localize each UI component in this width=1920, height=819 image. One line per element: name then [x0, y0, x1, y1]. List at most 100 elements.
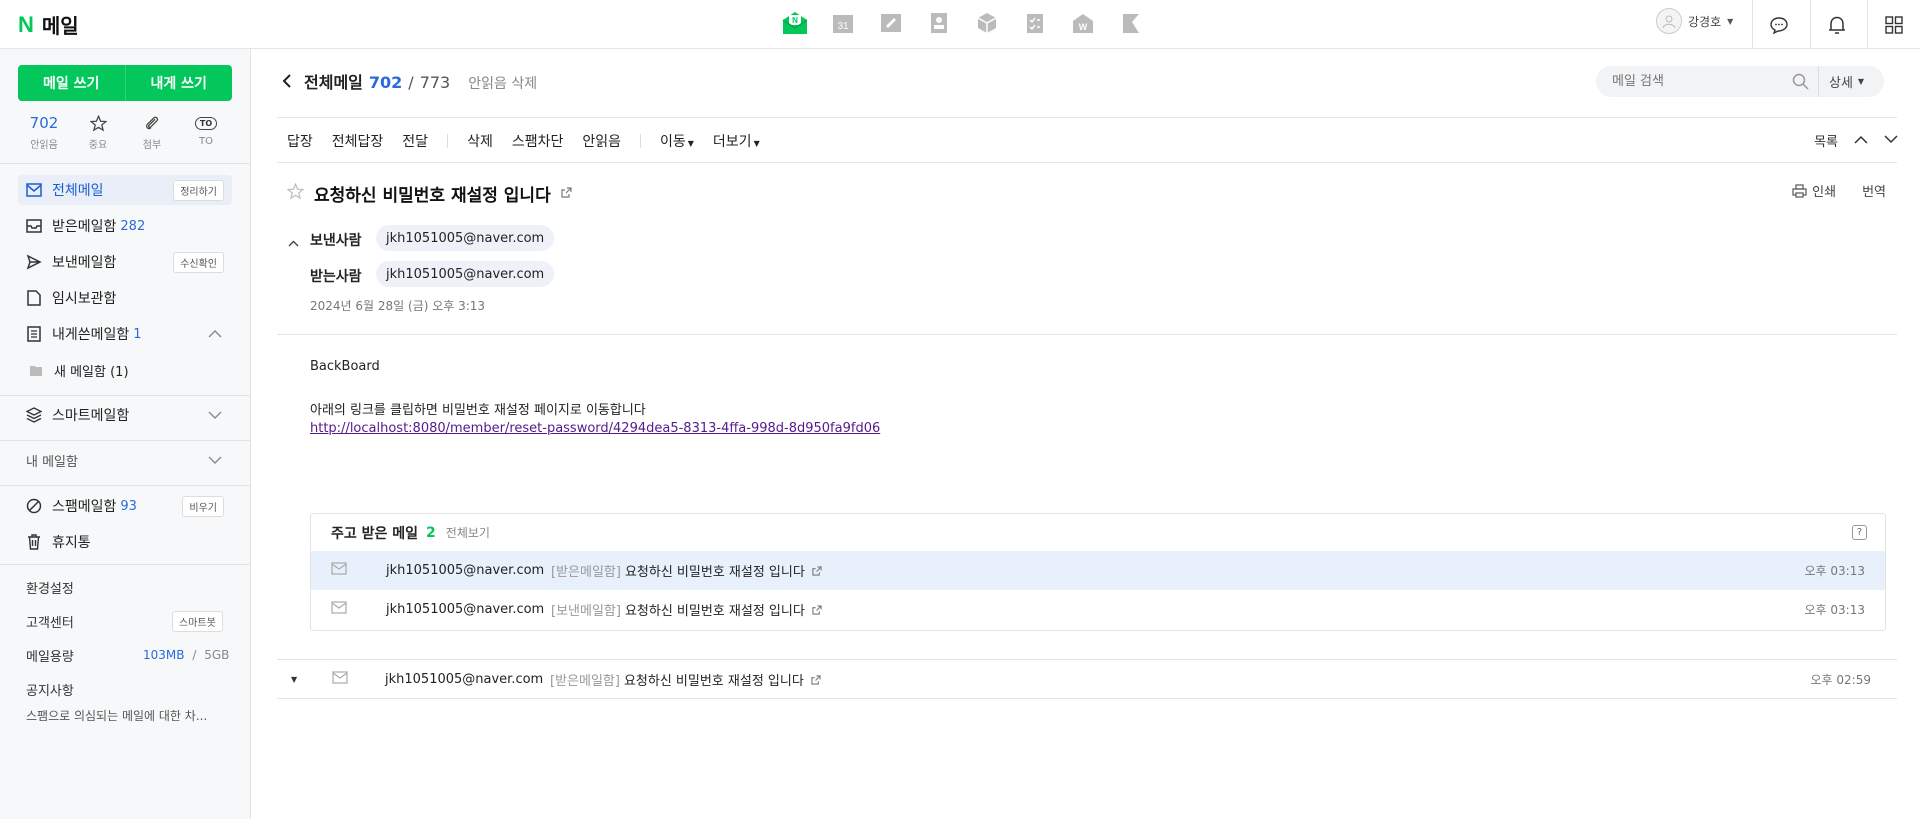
divider	[277, 334, 1897, 335]
storage-separator: /	[192, 648, 197, 662]
folder-header: 전체메일 702 / 773 안읽음 삭제	[282, 69, 537, 93]
memo-icon[interactable]	[878, 10, 904, 36]
empty-spam-button[interactable]: 비우기	[182, 495, 224, 517]
folder-new-mailbox[interactable]: 새 메일함 (1)	[18, 355, 232, 385]
chevron-up-icon[interactable]	[208, 326, 222, 342]
folder-sent[interactable]: 보낸메일함 수신확인	[18, 247, 232, 277]
total-count: 773	[419, 73, 451, 92]
support-link[interactable]: 고객센터	[26, 612, 74, 631]
contacts-icon[interactable]	[926, 10, 952, 36]
folder-to-self[interactable]: 내게쓴메일함 1	[18, 319, 232, 349]
older-mail-row[interactable]: ▼ jkh1051005@naver.com [받은메일함] 요청하신 비밀번호 …	[277, 659, 1897, 699]
mark-unread-button[interactable]: 안읽음	[582, 131, 621, 151]
list-item[interactable]: jkh1051005@naver.com [받은메일함] 요청하신 비밀번호 재설…	[311, 551, 1885, 590]
mail-read-view: 전체메일 702 / 773 안읽음 삭제 상세 ▼ 답장 전체답장 전달 삭제…	[252, 49, 1920, 819]
open-new-window-icon[interactable]	[811, 674, 821, 685]
open-new-window-icon[interactable]	[812, 605, 822, 615]
move-button[interactable]: 이동 ▼	[660, 131, 694, 151]
translate-button[interactable]: 번역	[1862, 181, 1886, 200]
mail-subject: 요청하신 비밀번호 재설정 입니다	[624, 565, 805, 580]
divider	[0, 395, 250, 396]
folder-label: 전체메일	[52, 183, 104, 199]
reply-all-button[interactable]: 전체답장	[332, 131, 384, 151]
previous-mail-button[interactable]	[1854, 133, 1868, 148]
caret-down-icon: ▼	[1857, 77, 1865, 86]
notice-label[interactable]: 공지사항	[26, 680, 74, 699]
folder-spam[interactable]: 스팸메일함 93 비우기	[18, 491, 232, 521]
open-new-window-icon[interactable]	[812, 566, 822, 576]
next-mail-button[interactable]	[1884, 133, 1898, 148]
open-new-window-icon[interactable]	[561, 186, 572, 202]
mybox-icon[interactable]	[974, 10, 1000, 36]
search-input[interactable]	[1612, 74, 1802, 89]
quick-attachment[interactable]: 첨부	[130, 113, 174, 151]
notification-button[interactable]	[1810, 0, 1863, 49]
mail-time: 오후 03:13	[1804, 603, 1865, 617]
folder-smart[interactable]: 스마트메일함	[18, 400, 232, 430]
mail-search: 상세 ▼	[1596, 66, 1884, 97]
notice-text[interactable]: 스팸으로 의심되는 메일에 대한 차...	[26, 707, 207, 724]
organize-button[interactable]: 정리하기	[173, 179, 224, 201]
sender-chip[interactable]: jkh1051005@naver.com	[376, 225, 555, 251]
mail-subject: 요청하신 비밀번호 재설정 입니다	[624, 604, 805, 619]
list-item[interactable]: jkh1051005@naver.com [보낸메일함] 요청하신 비밀번호 재설…	[311, 590, 1885, 629]
reset-password-link[interactable]: http://localhost:8080/member/reset-passw…	[310, 421, 880, 436]
user-menu[interactable]: 강경호 ▼	[1656, 8, 1733, 34]
folder-inbox[interactable]: 받은메일함 282	[18, 211, 232, 241]
help-icon[interactable]: ?	[1852, 525, 1867, 540]
all-services-button[interactable]	[1867, 0, 1920, 49]
quick-important[interactable]: 중요	[76, 113, 120, 151]
calendar-icon[interactable]: 31	[830, 10, 856, 36]
unread-count[interactable]: 702	[369, 73, 402, 92]
star-icon[interactable]	[286, 182, 305, 204]
works-icon[interactable]: W	[1070, 10, 1096, 36]
bookmark-icon[interactable]	[1118, 10, 1144, 36]
folder-label: 내 메일함	[26, 454, 78, 470]
read-receipt-button[interactable]: 수신확인	[173, 251, 224, 273]
layers-icon	[26, 407, 42, 423]
more-button[interactable]: 더보기 ▼	[713, 131, 760, 151]
chat-bubble-icon	[1770, 16, 1788, 34]
collapse-recipients-icon[interactable]	[288, 235, 299, 251]
list-button[interactable]: 목록	[1814, 131, 1838, 150]
quick-unread[interactable]: 702 안읽음	[22, 113, 66, 151]
list-navigation: 목록	[1814, 131, 1898, 150]
app-switcher: N 31 W	[782, 10, 1144, 36]
delete-unread-button[interactable]: 안읽음 삭제	[468, 73, 537, 93]
talk-button[interactable]	[1752, 0, 1805, 49]
write-to-self-button[interactable]: 내게 쓰기	[126, 65, 233, 101]
delete-button[interactable]: 삭제	[467, 131, 493, 151]
folder-trash[interactable]: 휴지통	[18, 527, 232, 557]
folder-my-mailbox[interactable]: 내 메일함	[18, 445, 232, 475]
folder-count: 1	[133, 326, 142, 342]
printer-icon	[1792, 183, 1807, 198]
search-detail-button[interactable]: 상세 ▼	[1818, 66, 1864, 97]
todo-icon[interactable]	[1022, 10, 1048, 36]
folder-all-mail[interactable]: 전체메일 정리하기	[18, 175, 232, 205]
mail-app-icon[interactable]: N	[782, 10, 808, 36]
sender-label: 보낸사람	[310, 233, 362, 249]
chevron-down-icon[interactable]	[208, 452, 222, 468]
quick-to-me[interactable]: TO TO	[184, 113, 228, 151]
view-all-link[interactable]: 전체보기	[446, 524, 490, 541]
smartbot-button[interactable]: 스마트봇	[172, 611, 223, 632]
naver-mail-logo[interactable]: N 메일	[18, 10, 79, 39]
chevron-down-icon[interactable]	[208, 407, 222, 423]
storage-used: 103MB	[143, 648, 185, 662]
recipient-chip[interactable]: jkh1051005@naver.com	[376, 261, 555, 287]
divider	[0, 163, 250, 164]
search-icon[interactable]	[1792, 73, 1809, 94]
back-button[interactable]	[282, 71, 298, 91]
print-button[interactable]: 인쇄	[1792, 181, 1836, 200]
svg-text:31: 31	[837, 21, 849, 32]
folder-label: 임시보관함	[52, 291, 117, 307]
mail-sender: jkh1051005@naver.com	[385, 671, 544, 687]
reply-button[interactable]: 답장	[287, 131, 313, 151]
block-spam-button[interactable]: 스팸차단	[512, 131, 564, 151]
expand-caret-icon[interactable]: ▼	[291, 675, 297, 684]
settings-link[interactable]: 환경설정	[26, 578, 74, 597]
chevron-left-icon	[282, 74, 291, 88]
write-mail-button[interactable]: 메일 쓰기	[18, 65, 125, 101]
forward-button[interactable]: 전달	[402, 131, 428, 151]
folder-drafts[interactable]: 임시보관함	[18, 283, 232, 313]
